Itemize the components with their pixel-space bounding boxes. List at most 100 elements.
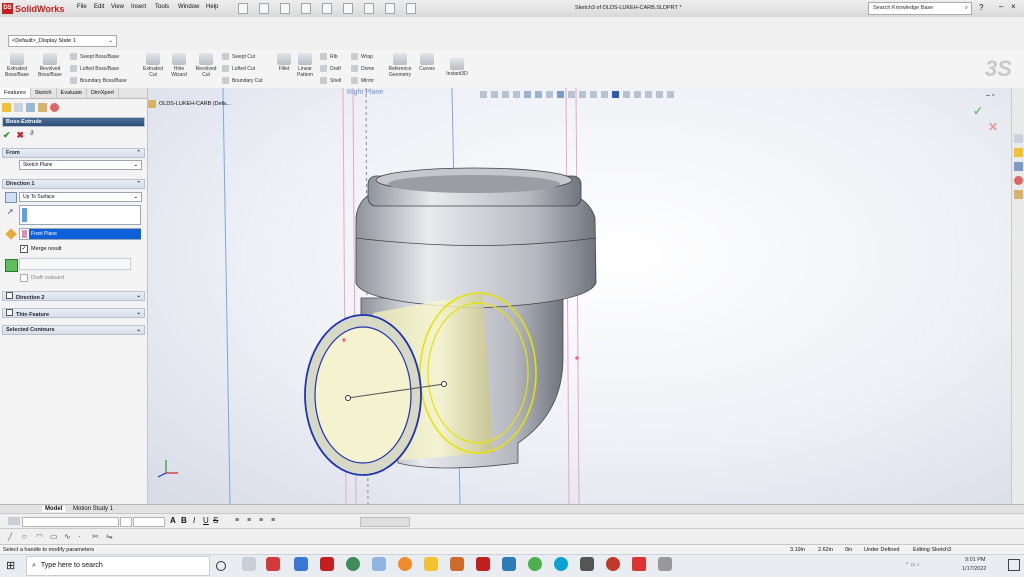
view-settings-icon[interactable] xyxy=(579,91,586,98)
trim-tool-icon[interactable]: ✂ xyxy=(92,532,99,541)
app-icon[interactable] xyxy=(632,557,646,571)
from-select[interactable]: Sketch Plane ⌄ xyxy=(19,160,142,170)
reverse-direction-icon[interactable] xyxy=(5,192,17,203)
draft-onoff-icon[interactable] xyxy=(5,259,18,272)
underline-icon[interactable]: U xyxy=(203,516,209,525)
view-cube-icon[interactable] xyxy=(645,91,652,98)
view-cube-icon[interactable] xyxy=(612,91,619,98)
draft-button[interactable]: Draft xyxy=(320,65,341,72)
dimxpert-manager-icon[interactable] xyxy=(38,103,47,112)
tab-features[interactable]: Features xyxy=(0,88,31,98)
file-properties-icon[interactable] xyxy=(385,3,395,14)
boundary-cut-button[interactable]: Boundary Cut xyxy=(222,77,263,84)
task-view-icon[interactable] xyxy=(242,557,256,571)
view-cube-icon[interactable] xyxy=(601,91,608,98)
strikethrough-icon[interactable]: S xyxy=(213,516,218,525)
extruded-boss-button[interactable]: Extruded Boss/Base xyxy=(2,53,32,78)
selected-contours-section-header[interactable]: Selected Contours ⌄ xyxy=(2,325,145,335)
from-section-header[interactable]: From ⌃ xyxy=(2,148,145,158)
save-icon[interactable] xyxy=(280,3,290,14)
linear-pattern-button[interactable]: Linear Pattern xyxy=(294,53,316,78)
mail-app-icon[interactable] xyxy=(294,557,308,571)
custom-properties-icon[interactable] xyxy=(1014,190,1023,199)
clock-date[interactable]: 1/17/2022 xyxy=(962,566,986,572)
justify-icon[interactable]: ≡ xyxy=(271,517,275,524)
tab-model[interactable]: Model xyxy=(42,506,66,512)
apply-scene-icon[interactable] xyxy=(568,91,575,98)
store-icon[interactable] xyxy=(502,557,516,571)
confirm-corner-cancel-icon[interactable]: ✕ xyxy=(988,120,998,134)
rebuild-icon[interactable] xyxy=(364,3,374,14)
mirror-tool-icon[interactable]: ⇋ xyxy=(106,532,113,541)
point-tool-icon[interactable]: · xyxy=(78,532,81,541)
circle-tool-icon[interactable]: ○ xyxy=(22,532,27,541)
draft-angle-field[interactable] xyxy=(19,258,131,270)
solidworks-active-icon[interactable] xyxy=(476,557,490,571)
zoom-area-icon[interactable] xyxy=(491,91,498,98)
shell-button[interactable]: Shell xyxy=(320,77,341,84)
zoom-to-fit-icon[interactable] xyxy=(480,91,487,98)
display-style-icon[interactable] xyxy=(535,91,542,98)
lofted-cut-button[interactable]: Lofted Cut xyxy=(222,65,255,72)
taskbar-search[interactable]: ⌕ Type here to search xyxy=(26,556,210,576)
previous-view-icon[interactable] xyxy=(502,91,509,98)
fillet-button[interactable]: Fillet xyxy=(274,53,294,72)
globe-app-icon[interactable] xyxy=(346,557,360,571)
menu-view[interactable]: View xyxy=(111,4,124,10)
options-icon[interactable] xyxy=(406,3,416,14)
direction-vector-box[interactable] xyxy=(19,205,141,225)
ok-check-icon[interactable]: ✔ xyxy=(3,130,11,141)
checkbox-unchecked-icon[interactable] xyxy=(6,309,13,316)
line-tool-icon[interactable]: ╱ xyxy=(8,533,12,541)
layer-select[interactable] xyxy=(360,517,410,527)
menu-insert[interactable]: Insert xyxy=(131,4,146,10)
view-cube-icon[interactable] xyxy=(634,91,641,98)
italic-icon[interactable]: I xyxy=(193,516,195,525)
menu-edit[interactable]: Edit xyxy=(94,4,104,10)
search-icon[interactable]: ⌕ xyxy=(965,3,968,14)
instant3d-button[interactable]: Instant3D xyxy=(442,58,472,77)
app-icon[interactable] xyxy=(606,557,620,571)
edit-appearance-icon[interactable] xyxy=(557,91,564,98)
dome-button[interactable]: Dome xyxy=(351,65,374,72)
merge-result-checkbox[interactable]: ✓ Merge result xyxy=(20,245,62,253)
direction2-section-header[interactable]: Direction 2 ⌄ xyxy=(2,291,145,301)
view-orientation-icon[interactable] xyxy=(524,91,531,98)
menu-file[interactable]: File xyxy=(77,4,87,10)
open-icon[interactable] xyxy=(259,3,269,14)
detailed-preview-icon[interactable]: ∂ xyxy=(30,130,33,141)
file-explorer-taskbar-icon[interactable] xyxy=(424,557,438,571)
face-plane-box[interactable]: Front Plane xyxy=(19,228,141,240)
direction1-section-header[interactable]: Direction 1 ⌃ xyxy=(2,179,145,189)
align-left-icon[interactable]: ≡ xyxy=(235,517,239,524)
extruded-cut-button[interactable]: Extruded Cut xyxy=(140,53,166,78)
edge-icon[interactable] xyxy=(554,557,568,571)
view-cube-icon[interactable] xyxy=(667,91,674,98)
app-icon[interactable] xyxy=(450,557,464,571)
viewport-restore-icon[interactable]: – ▫ xyxy=(986,92,994,99)
print-icon[interactable] xyxy=(301,3,311,14)
solidworks-resources-icon[interactable] xyxy=(1014,134,1023,143)
mirror-button[interactable]: Mirror xyxy=(351,77,374,84)
font-size-select[interactable] xyxy=(120,517,132,527)
app-icon[interactable] xyxy=(658,557,672,571)
minimize-icon[interactable]: – xyxy=(999,2,1003,11)
app-icon[interactable] xyxy=(580,557,594,571)
end-condition-select[interactable]: Up To Surface ⌄ xyxy=(19,192,142,202)
height-field[interactable] xyxy=(133,517,165,527)
hide-show-icon[interactable] xyxy=(546,91,553,98)
windows-start-icon[interactable]: ⊞ xyxy=(6,559,15,572)
firefox-icon[interactable] xyxy=(398,557,412,571)
chrome-icon[interactable] xyxy=(528,557,542,571)
configuration-select[interactable]: <Default>_Display State 1 ⌄ xyxy=(8,35,117,47)
arc-tool-icon[interactable]: ◠ xyxy=(36,532,43,541)
swept-boss-button[interactable]: Swept Boss/Base xyxy=(70,53,119,60)
section-view-icon[interactable] xyxy=(513,91,520,98)
bold-icon[interactable]: A xyxy=(170,516,176,525)
boundary-boss-button[interactable]: Boundary Boss/Base xyxy=(70,77,127,84)
media-app-icon[interactable] xyxy=(266,557,280,571)
file-explorer-icon[interactable] xyxy=(1014,162,1023,171)
font-select[interactable] xyxy=(22,517,119,527)
rib-button[interactable]: Rib xyxy=(320,53,338,60)
app-icon[interactable] xyxy=(372,557,386,571)
